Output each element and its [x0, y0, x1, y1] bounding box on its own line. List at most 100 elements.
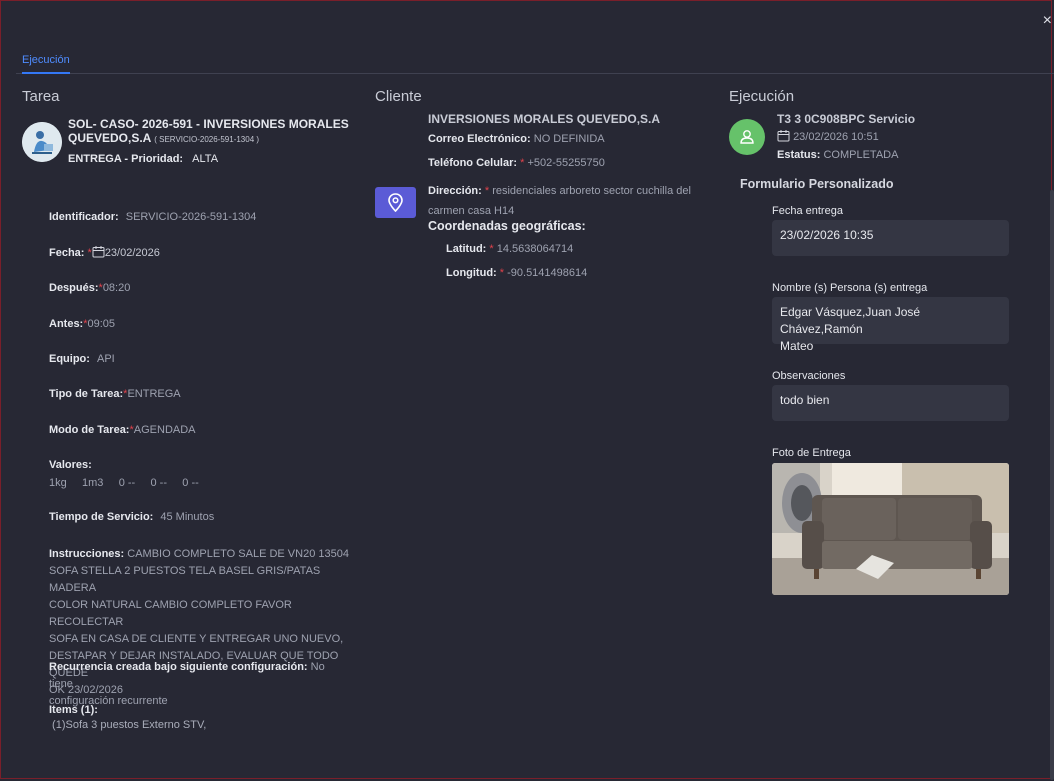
task-title-line2: QUEVEDO,S.A — [68, 131, 151, 145]
instrucciones-line: SOFA EN CASA DE CLIENTE Y ENTREGAR UNO N… — [49, 633, 344, 645]
telefono-label: Teléfono Celular: — [428, 157, 518, 169]
despues-label: Después: — [49, 282, 99, 294]
tiempo-row: Tiempo de Servicio: 45 Minutos — [49, 511, 214, 523]
equipo-row: Equipo: API — [49, 353, 115, 365]
antes-row: Antes:*09:05 — [49, 318, 115, 330]
execution-datetime-row: 23/02/2026 10:51 — [777, 129, 879, 143]
fecha-row: Fecha: * 23/02/2026 — [49, 245, 160, 259]
fecha-entrega-label: Fecha entrega — [772, 205, 843, 217]
latitud-label: Latitud: — [446, 243, 487, 255]
priority-row: ENTREGA - Prioridad: ALTA — [68, 153, 218, 165]
correo-row: Correo Electrónico: NO DEFINIDA — [428, 133, 605, 145]
required-marker: * — [499, 267, 505, 279]
delivery-photo[interactable] — [772, 463, 1009, 595]
form-title: Formulario Personalizado — [740, 177, 894, 191]
avatar — [729, 119, 765, 155]
longitud-label: Longitud: — [446, 267, 497, 279]
tipo-label: Tipo de Tarea: — [49, 388, 124, 400]
valores-label: Valores: — [49, 459, 92, 471]
required-marker: * — [489, 243, 494, 255]
sofa-photo-image — [772, 463, 1009, 595]
modo-value: AGENDADA — [133, 424, 196, 436]
identificador-row: Identificador: SERVICIO-2026-591-1304 — [49, 211, 256, 223]
instrucciones-line: COLOR NATURAL CAMBIO COMPLETO FAVOR RECO… — [49, 599, 292, 628]
close-icon[interactable]: × — [1043, 12, 1052, 30]
valor-item: 0 -- — [150, 477, 168, 489]
calendar-icon — [92, 246, 105, 258]
tab-ejecucion[interactable]: Ejecución — [22, 54, 70, 74]
priority-value: ALTA — [192, 153, 219, 165]
execution-datetime: 23/02/2026 10:51 — [793, 131, 879, 143]
foto-entrega-label: Foto de Entrega — [772, 447, 851, 459]
map-pin-icon — [388, 193, 403, 213]
tiempo-label: Tiempo de Servicio: — [49, 511, 154, 523]
task-avatar — [22, 122, 62, 162]
calendar-icon — [777, 130, 790, 142]
tiempo-value: 45 Minutos — [160, 511, 215, 523]
longitud-row: Longitud: * -90.5141498614 — [446, 267, 587, 279]
user-icon — [740, 130, 754, 144]
items-label: Items (1): — [49, 704, 98, 716]
entrega-label: ENTREGA - Prioridad: — [68, 153, 184, 165]
equipo-value: API — [97, 353, 115, 365]
despues-row: Después:*08:20 — [49, 282, 130, 294]
status-badge: COMPLETADA — [823, 149, 899, 161]
valores-row: Valores: 1kg 1m3 0 -- 0 -- 0 -- — [49, 459, 199, 489]
telefono-value: +502-55255750 — [527, 157, 605, 169]
instrucciones-line: SOFA STELLA 2 PUESTOS TELA BASEL GRIS/PA… — [49, 565, 321, 594]
equipo-label: Equipo: — [49, 353, 90, 365]
fecha-entrega-field[interactable]: 23/02/2026 10:35 — [772, 220, 1009, 256]
estatus-label: Estatus: — [777, 149, 821, 161]
recurrencia-block: Recurrencia creada bajo siguiente config… — [49, 659, 349, 710]
longitud-value: -90.5141498614 — [507, 267, 588, 279]
nombre-entrega-line1: Edgar Vásquez,Juan José Chávez,Ramón — [780, 305, 921, 336]
nombre-entrega-field[interactable]: Edgar Vásquez,Juan José Chávez,Ramón Mat… — [772, 297, 1009, 353]
scrollbar[interactable] — [1050, 190, 1054, 780]
list-item: (1)Sofa 3 puestos Externo STV, — [49, 719, 207, 731]
delivery-person-icon — [22, 122, 62, 162]
direccion-label: Dirección: — [428, 185, 482, 197]
observaciones-field[interactable]: todo bien — [772, 385, 1009, 421]
fecha-value: 23/02/2026 — [104, 247, 160, 259]
service-code: ( SERVICIO-2026-591-1304 ) — [154, 135, 260, 144]
required-marker: * — [520, 157, 525, 169]
instrucciones-label: Instrucciones: — [49, 548, 125, 560]
correo-value: NO DEFINIDA — [533, 133, 605, 145]
nombre-entrega-label: Nombre (s) Persona (s) entrega — [772, 282, 928, 294]
task-title: SOL- CASO- 2026-591 - INVERSIONES MORALE… — [68, 117, 358, 147]
valor-item: 0 -- — [118, 477, 136, 489]
coordenadas-label: Coordenadas geográficas: — [428, 219, 586, 233]
items-block: Items (1): (1)Sofa 3 puestos Externo STV… — [49, 704, 206, 731]
observaciones-label: Observaciones — [772, 370, 846, 382]
identificador-value: SERVICIO-2026-591-1304 — [125, 211, 257, 223]
nombre-entrega-line2: Mateo — [780, 339, 814, 353]
telefono-row: Teléfono Celular: * +502-55255750 — [428, 157, 605, 169]
identificador-label: Identificador: — [49, 211, 119, 223]
valor-item: 0 -- — [182, 477, 199, 489]
tab-bar: Ejecución — [16, 50, 1054, 74]
cliente-name: INVERSIONES MORALES QUEVEDO,S.A — [428, 112, 661, 126]
device-name: T3 3 0C908BPC Servicio — [777, 112, 916, 126]
tarea-heading: Tarea — [22, 88, 60, 105]
modo-row: Modo de Tarea:*AGENDADA — [49, 424, 196, 436]
tipo-row: Tipo de Tarea:*ENTREGA — [49, 388, 181, 400]
tipo-value: ENTREGA — [127, 388, 181, 400]
map-pin-button[interactable] — [375, 187, 416, 218]
instrucciones-line: CAMBIO COMPLETO SALE DE VN20 13504 — [127, 548, 349, 560]
task-title-line1: SOL- CASO- 2026-591 - INVERSIONES MORALE… — [68, 117, 349, 131]
recurrencia-label: Recurrencia creada bajo siguiente config… — [49, 661, 308, 673]
valores-list: 1kg 1m3 0 -- 0 -- 0 -- — [49, 477, 199, 489]
antes-value: 09:05 — [87, 318, 116, 330]
latitud-row: Latitud: * 14.5638064714 — [446, 243, 573, 255]
direccion-value: residenciales arboreto sector cuchilla d… — [492, 185, 691, 197]
fecha-label: Fecha: — [49, 247, 85, 259]
valor-item: 1kg — [49, 477, 67, 489]
cliente-heading: Cliente — [375, 88, 422, 105]
estatus-row: Estatus: COMPLETADA — [777, 149, 898, 161]
latitud-value: 14.5638064714 — [496, 243, 574, 255]
required-marker: * — [484, 185, 490, 197]
modo-label: Modo de Tarea: — [49, 424, 130, 436]
antes-label: Antes: — [49, 318, 84, 330]
ejecucion-heading: Ejecución — [729, 88, 795, 105]
direccion-value-line2: carmen casa H14 — [428, 205, 515, 217]
